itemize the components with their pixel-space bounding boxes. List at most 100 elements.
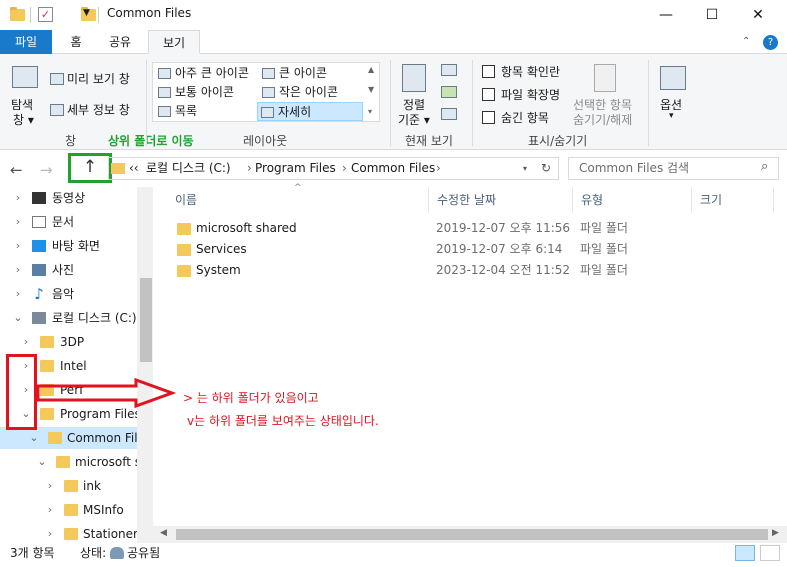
- refresh-icon[interactable]: ↻: [541, 158, 551, 179]
- checkbox[interactable]: [482, 111, 495, 124]
- layout-large-icons[interactable]: 큰 아이콘: [259, 64, 327, 83]
- search-icon[interactable]: ⌕: [761, 159, 768, 174]
- chevron-right-icon[interactable]: ›: [12, 211, 24, 233]
- details-pane-button[interactable]: 세부 정보 창: [50, 101, 130, 118]
- chevron-right-icon[interactable]: ›: [44, 475, 56, 497]
- file-row[interactable]: System 2023-12-04 오전 11:52 파일 폴더: [167, 260, 767, 281]
- tree-item-desktop[interactable]: › 바탕 화면: [12, 235, 137, 257]
- file-extensions-option[interactable]: 파일 확장명: [482, 86, 560, 103]
- tree-item-microsoft-shared[interactable]: ⌄ microsoft sh: [36, 451, 148, 473]
- chevron-right-icon[interactable]: ›: [44, 523, 56, 543]
- tree-item-3dp[interactable]: › 3DP: [20, 331, 137, 353]
- search-input[interactable]: Common Files 검색: [568, 157, 779, 180]
- document-icon: [32, 216, 46, 228]
- layout-medium-icons[interactable]: 보통 아이콘: [155, 83, 234, 102]
- chevron-right-icon[interactable]: ›: [247, 158, 252, 179]
- layout-extra-large-icons[interactable]: 아주 큰 아이콘: [155, 64, 249, 83]
- scroll-right-icon[interactable]: ▶: [772, 528, 779, 538]
- file-row[interactable]: microsoft shared 2019-12-07 오후 11:56 파일 …: [167, 218, 767, 239]
- tree-item-pictures[interactable]: › 사진: [12, 259, 137, 281]
- file-name: microsoft shared: [196, 221, 297, 235]
- checkbox[interactable]: [482, 88, 495, 101]
- tab-view[interactable]: 보기: [148, 30, 200, 54]
- forward-icon[interactable]: →: [40, 161, 53, 179]
- options-dropdown-icon[interactable]: ▾: [669, 111, 674, 121]
- preview-pane-button[interactable]: 미리 보기 창: [50, 70, 130, 87]
- file-modified: 2023-12-04 오전 11:52: [436, 263, 571, 277]
- tree-item-music[interactable]: › ♪ 음악: [12, 283, 137, 305]
- hidden-items-option[interactable]: 숨긴 항목: [482, 109, 549, 126]
- address-bar[interactable]: ‹‹ 로컬 디스크 (C:) › Program Files › Common …: [108, 157, 559, 180]
- tree-item-stationery[interactable]: › Stationery: [44, 523, 145, 543]
- properties-icon[interactable]: ✓: [38, 7, 53, 22]
- breadcrumb-overflow[interactable]: ‹‹: [129, 158, 139, 179]
- breadcrumb-local-disk[interactable]: 로컬 디스크 (C:): [146, 158, 231, 179]
- medium-icons-icon: [158, 87, 171, 98]
- chevron-down-icon[interactable]: ⌄: [36, 451, 48, 473]
- tree-item-videos[interactable]: › 동영상: [12, 187, 137, 209]
- sort-dropdown[interactable]: 기준 ▾: [398, 111, 430, 128]
- layout-small-icons[interactable]: 작은 아이콘: [259, 83, 338, 102]
- tree-item-common-files[interactable]: ⌄ Common File: [0, 427, 145, 449]
- customize-toolbar-icon[interactable]: ▼: [83, 8, 90, 24]
- tab-file[interactable]: 파일: [0, 30, 52, 54]
- tree-item-ink[interactable]: › ink: [44, 475, 137, 497]
- nav-pane-scrollbar[interactable]: [137, 187, 153, 543]
- layout-details[interactable]: 자세히: [257, 102, 363, 121]
- back-icon[interactable]: ←: [10, 161, 23, 179]
- chevron-right-icon[interactable]: ›: [12, 259, 24, 281]
- chevron-right-icon[interactable]: ›: [12, 283, 24, 305]
- item-checkboxes-option[interactable]: 항목 확인란: [482, 63, 560, 80]
- folder-icon: [177, 223, 191, 235]
- address-dropdown-icon[interactable]: ▾: [523, 158, 527, 179]
- tree-item-documents[interactable]: › 문서: [12, 211, 137, 233]
- collapse-ribbon-icon[interactable]: ⌃: [742, 36, 750, 47]
- chevron-right-icon[interactable]: ›: [12, 187, 24, 209]
- file-row[interactable]: Services 2019-12-07 오후 6:14 파일 폴더: [167, 239, 767, 260]
- chevron-right-icon[interactable]: ›: [12, 235, 24, 257]
- layout-list[interactable]: 목록: [155, 102, 197, 121]
- up-folder-annotation: 상위 폴더로 이동: [108, 134, 194, 148]
- minimize-button[interactable]: —: [643, 0, 689, 30]
- chevron-down-icon[interactable]: ⌄: [28, 427, 40, 449]
- tab-share[interactable]: 공유: [100, 30, 140, 54]
- help-icon[interactable]: ?: [763, 35, 778, 50]
- divider: [390, 60, 391, 146]
- tree-item-msinfo[interactable]: › MSInfo: [44, 499, 137, 521]
- maximize-button[interactable]: ☐: [689, 0, 735, 30]
- gallery-up-icon[interactable]: ▲: [368, 65, 374, 74]
- column-header-type[interactable]: 유형: [573, 187, 692, 213]
- column-header-modified[interactable]: 수정한 날짜: [429, 187, 573, 213]
- ribbon-tabs: 파일 홈 공유 보기 ⌃ ?: [0, 30, 787, 54]
- nav-pane-scroll-thumb[interactable]: [140, 278, 152, 362]
- tree-item-local-disk[interactable]: ⌄ 로컬 디스크 (C:): [12, 307, 137, 329]
- file-list-scroll-thumb[interactable]: [176, 529, 768, 540]
- chevron-right-icon[interactable]: ›: [436, 158, 441, 179]
- share-state-value: 공유됨: [127, 546, 161, 560]
- navigation-pane-dropdown[interactable]: 창 ▾: [13, 111, 34, 128]
- close-button[interactable]: ✕: [735, 0, 781, 30]
- tab-home[interactable]: 홈: [60, 30, 92, 54]
- add-columns-icon[interactable]: [441, 86, 457, 98]
- large-icons-view-icon[interactable]: [760, 545, 780, 561]
- column-header-size[interactable]: 크기: [692, 187, 774, 213]
- chevron-right-icon[interactable]: ›: [20, 331, 32, 353]
- group-label-layout: 레이아웃: [243, 134, 288, 148]
- scroll-left-icon[interactable]: ◀: [160, 528, 167, 538]
- chevron-right-icon[interactable]: ›: [342, 158, 347, 179]
- up-folder-button[interactable]: ↑: [68, 153, 112, 183]
- gallery-more-icon[interactable]: ▾: [368, 107, 372, 116]
- file-modified: 2019-12-07 오후 6:14: [436, 242, 563, 256]
- checkbox[interactable]: [482, 65, 495, 78]
- group-by-icon[interactable]: [441, 64, 457, 76]
- annotation-text-line1: > 는 하위 폴더가 있음이고: [183, 391, 319, 405]
- folder-icon: [64, 504, 78, 516]
- chevron-down-icon[interactable]: ⌄: [12, 307, 24, 329]
- breadcrumb-program-files[interactable]: Program Files: [255, 158, 336, 179]
- breadcrumb-common-files[interactable]: Common Files: [351, 158, 435, 179]
- chevron-right-icon[interactable]: ›: [44, 499, 56, 521]
- size-columns-icon[interactable]: [441, 108, 457, 120]
- tree-item-intel[interactable]: › Intel: [20, 355, 137, 377]
- details-view-icon[interactable]: [735, 545, 755, 561]
- gallery-down-icon[interactable]: ▼: [368, 85, 374, 94]
